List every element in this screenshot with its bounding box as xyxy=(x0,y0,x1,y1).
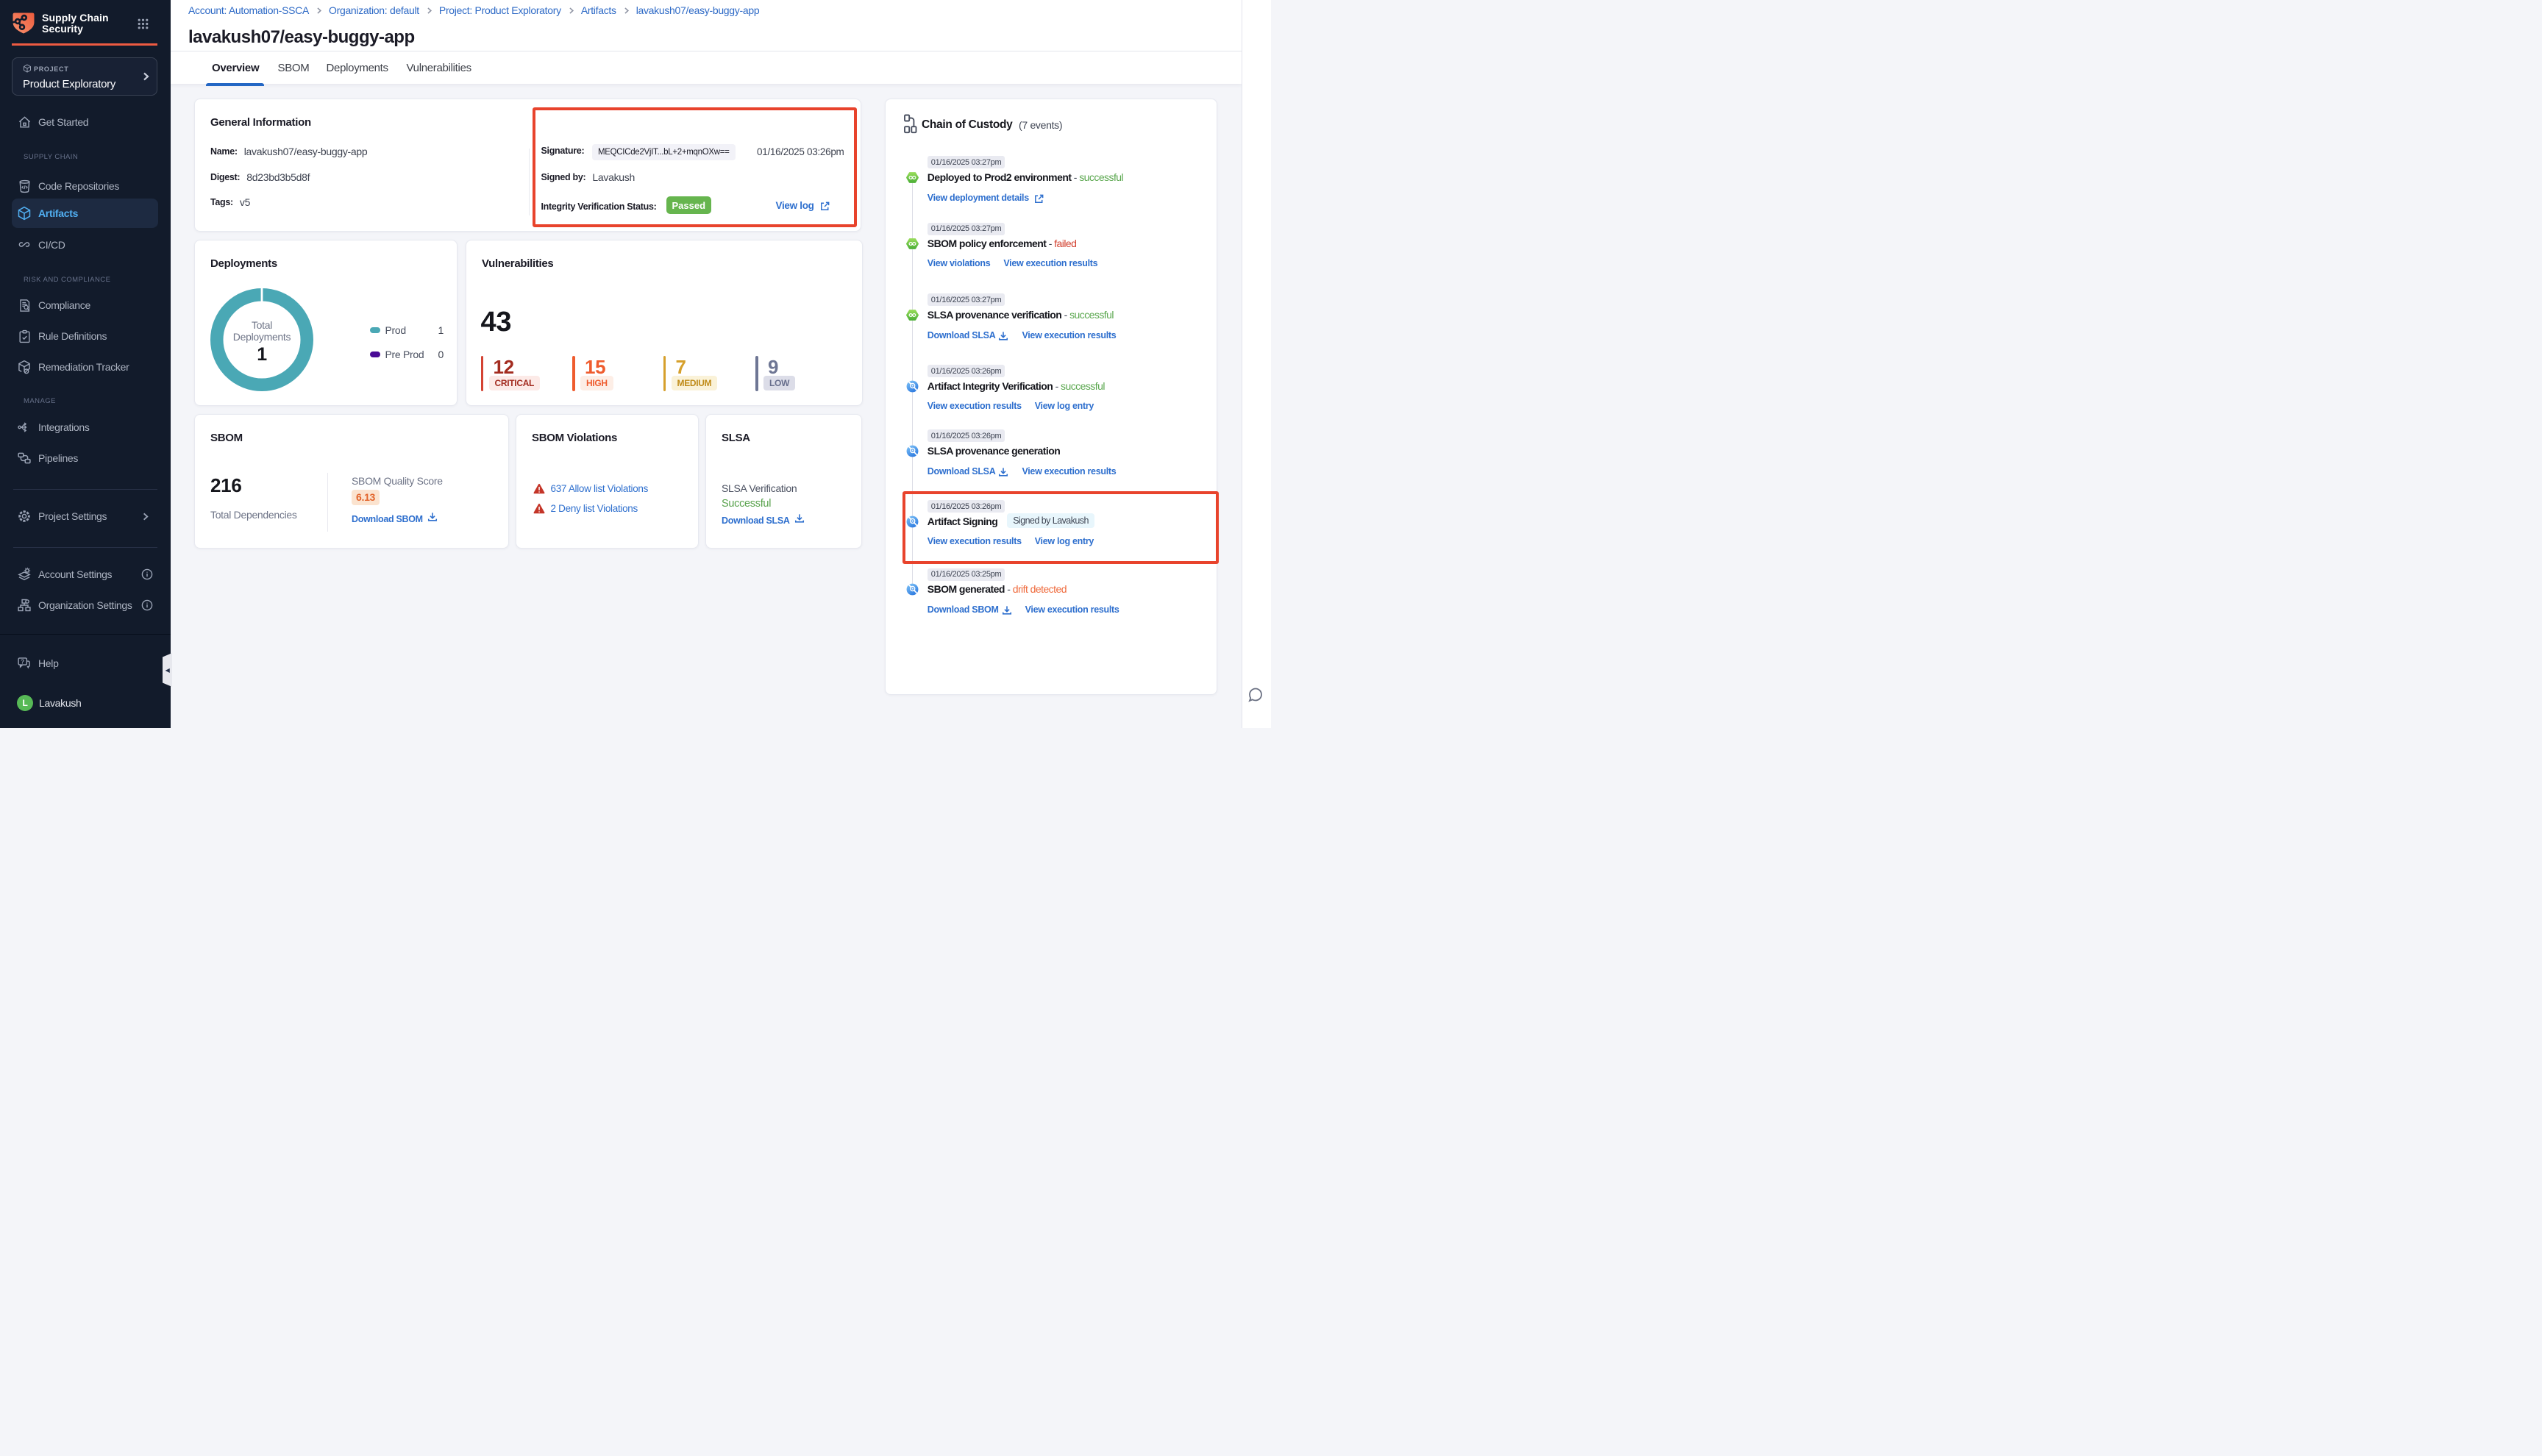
svg-text:?: ? xyxy=(21,659,24,665)
